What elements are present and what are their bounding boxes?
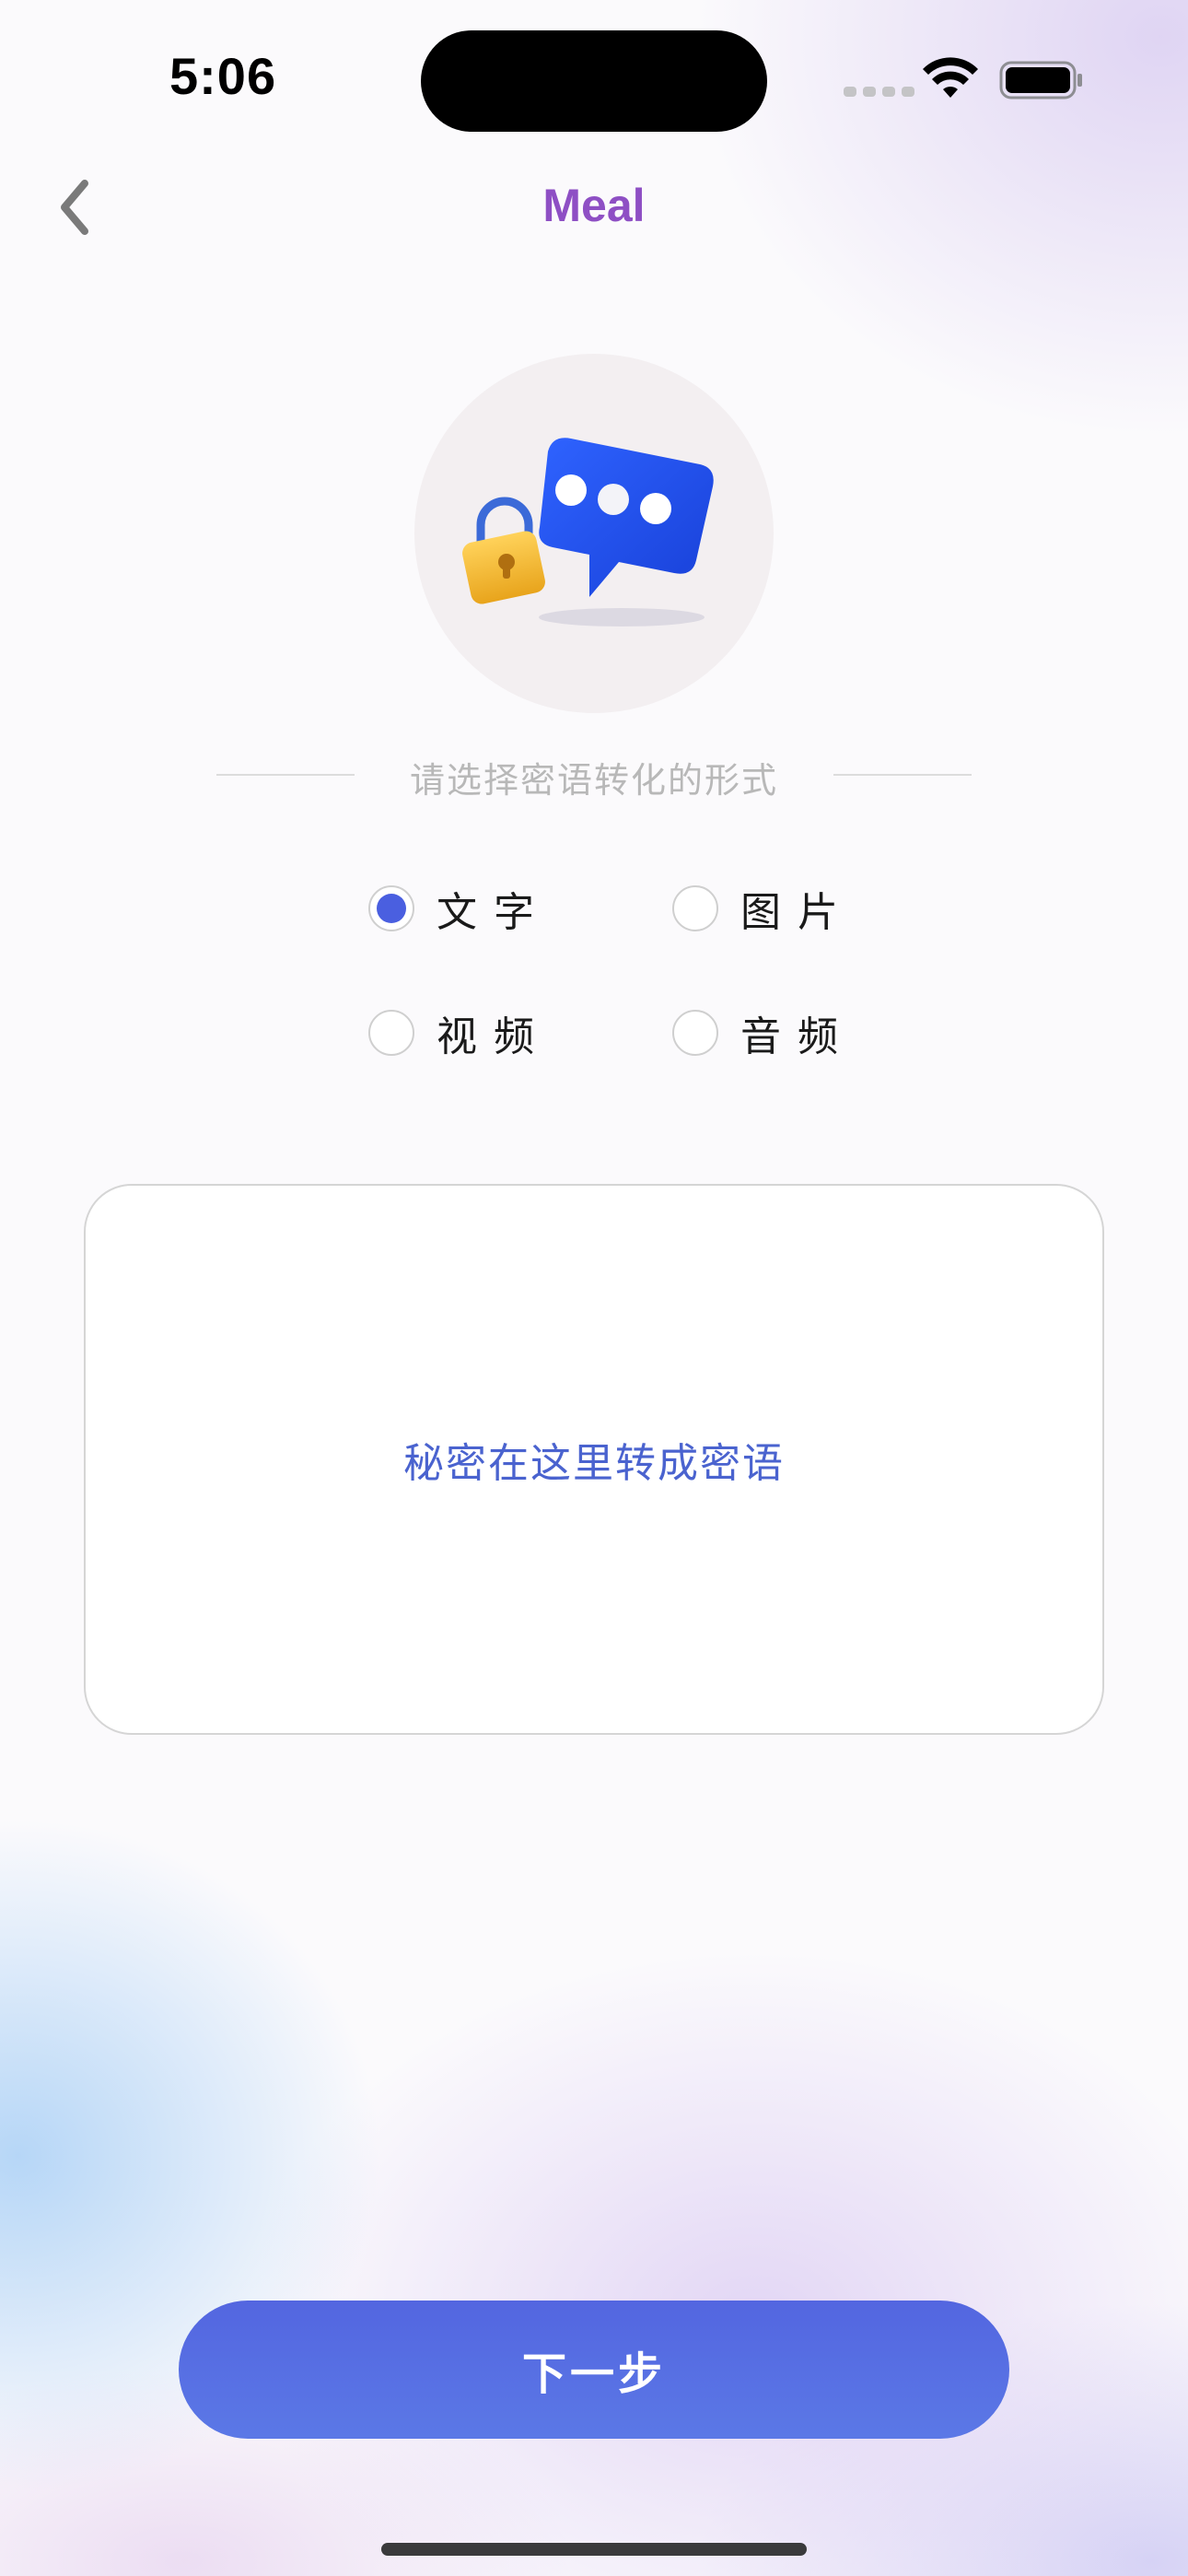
radio-button[interactable] [368, 1010, 414, 1056]
radio-label: 视频 [437, 1013, 551, 1060]
cellular-signal-icon [844, 87, 914, 97]
page-title: Meal [542, 180, 646, 231]
radio-selected-dot [377, 894, 406, 923]
radio-label: 音频 [740, 1013, 855, 1060]
locked-chat-bubble-icon [462, 438, 714, 626]
secret-input-placeholder: 秘密在这里转成密语 [403, 1440, 785, 1487]
divider-right [833, 774, 972, 776]
radio-option-image[interactable]: 图片 [672, 879, 855, 938]
radio-button-selected[interactable] [368, 885, 414, 931]
dynamic-island [421, 30, 767, 132]
home-indicator[interactable] [381, 2543, 807, 2556]
radio-label: 文字 [437, 889, 551, 936]
radio-button[interactable] [672, 1010, 718, 1056]
next-step-label: 下一步 [521, 2348, 666, 2400]
wifi-icon [923, 57, 978, 98]
radio-option-text[interactable]: 文字 [368, 879, 551, 938]
battery-icon [999, 61, 1082, 100]
next-step-button[interactable]: 下一步 [179, 2301, 1009, 2439]
radio-label: 图片 [740, 889, 855, 936]
radio-button[interactable] [672, 885, 718, 931]
secret-input-box[interactable]: 秘密在这里转成密语 [84, 1184, 1104, 1735]
prompt-text: 请选择密语转化的形式 [409, 760, 778, 801]
radio-option-video[interactable]: 视频 [368, 1003, 551, 1062]
status-time: 5:06 [169, 47, 277, 105]
radio-option-audio[interactable]: 音频 [672, 1003, 855, 1062]
